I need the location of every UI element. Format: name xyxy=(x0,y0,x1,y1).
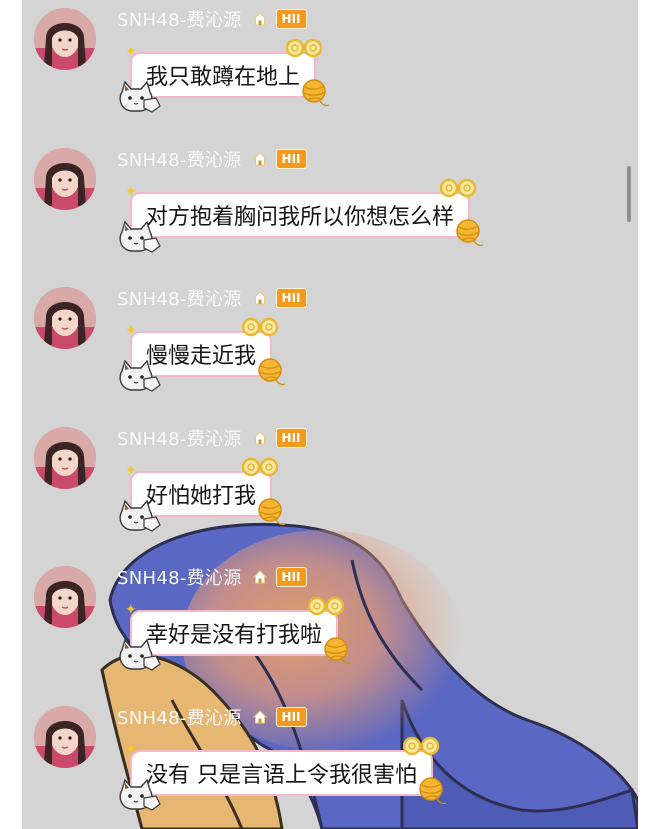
chat-screen: SNH48-费沁源 HII ✦ 我只敢蹲在地上 SNH48-费沁源 HII ✦ … xyxy=(22,0,638,829)
sender-name[interactable]: SNH48-费沁源 xyxy=(117,285,242,311)
avatar[interactable] xyxy=(34,8,96,70)
yarn-ball-icon xyxy=(419,776,447,804)
message-header: SNH48-费沁源 HII xyxy=(117,425,307,451)
home-icon xyxy=(252,151,268,167)
yarn-ball-icon xyxy=(324,637,352,665)
chat-message: SNH48-费沁源 HII ✦ 对方抱着胸问我所以你想怎么样 xyxy=(22,140,638,279)
scrollbar[interactable] xyxy=(627,166,631,222)
chat-message: SNH48-费沁源 HII ✦ 没有 只是言语上令我很害怕 xyxy=(22,698,638,829)
home-icon xyxy=(252,709,268,725)
glasses-icon xyxy=(242,457,278,476)
message-header: SNH48-费沁源 HII xyxy=(117,285,307,311)
level-badge: HII xyxy=(275,148,307,169)
chat-message: SNH48-费沁源 HII ✦ 好怕她打我 xyxy=(22,419,638,558)
cat-sticker-icon xyxy=(119,80,161,113)
message-header: SNH48-费沁源 HII xyxy=(117,704,307,730)
chat-message: SNH48-费沁源 HII ✦ 慢慢走近我 xyxy=(22,279,638,418)
sender-name[interactable]: SNH48-费沁源 xyxy=(117,564,242,590)
level-badge: HII xyxy=(275,288,307,308)
level-badge: HII xyxy=(275,9,307,29)
glasses-icon xyxy=(403,736,439,755)
home-icon xyxy=(252,290,268,306)
yarn-ball-icon xyxy=(302,79,330,107)
sender-name[interactable]: SNH48-费沁源 xyxy=(117,704,242,730)
cat-sticker-icon xyxy=(119,499,161,532)
message-header: SNH48-费沁源 HII xyxy=(117,146,307,172)
cat-sticker-icon xyxy=(119,220,161,253)
avatar[interactable] xyxy=(34,147,96,210)
level-badge: HII xyxy=(275,706,307,727)
avatar[interactable] xyxy=(34,426,96,489)
message-bubble[interactable]: 对方抱着胸问我所以你想怎么样 xyxy=(130,191,471,238)
avatar[interactable] xyxy=(34,566,96,628)
cat-sticker-icon xyxy=(119,778,161,811)
level-badge: HII xyxy=(275,427,307,448)
home-icon xyxy=(252,11,268,27)
yarn-ball-icon xyxy=(258,497,286,525)
home-icon xyxy=(252,569,268,585)
chat-message: SNH48-费沁源 HII ✦ 我只敢蹲在地上 xyxy=(22,0,638,139)
glasses-icon xyxy=(440,178,476,197)
message-header: SNH48-费沁源 HII xyxy=(117,564,307,590)
glasses-icon xyxy=(308,596,344,616)
home-icon xyxy=(252,430,268,446)
chat-message: SNH48-费沁源 HII ✦ 幸好是没有打我啦 xyxy=(22,558,638,697)
cat-sticker-icon xyxy=(119,638,161,671)
sender-name[interactable]: SNH48-费沁源 xyxy=(117,425,242,451)
sender-name[interactable]: SNH48-费沁源 xyxy=(117,146,242,172)
avatar[interactable] xyxy=(34,287,96,349)
avatar[interactable] xyxy=(34,705,96,768)
level-badge: HII xyxy=(275,567,307,587)
cat-sticker-icon xyxy=(119,359,161,392)
sender-name[interactable]: SNH48-费沁源 xyxy=(117,6,242,32)
yarn-ball-icon xyxy=(456,218,484,246)
glasses-icon xyxy=(286,38,322,58)
yarn-ball-icon xyxy=(258,358,286,386)
glasses-icon xyxy=(242,317,278,337)
message-bubble[interactable]: 没有 只是言语上令我很害怕 xyxy=(130,749,433,796)
message-header: SNH48-费沁源 HII xyxy=(117,6,307,32)
